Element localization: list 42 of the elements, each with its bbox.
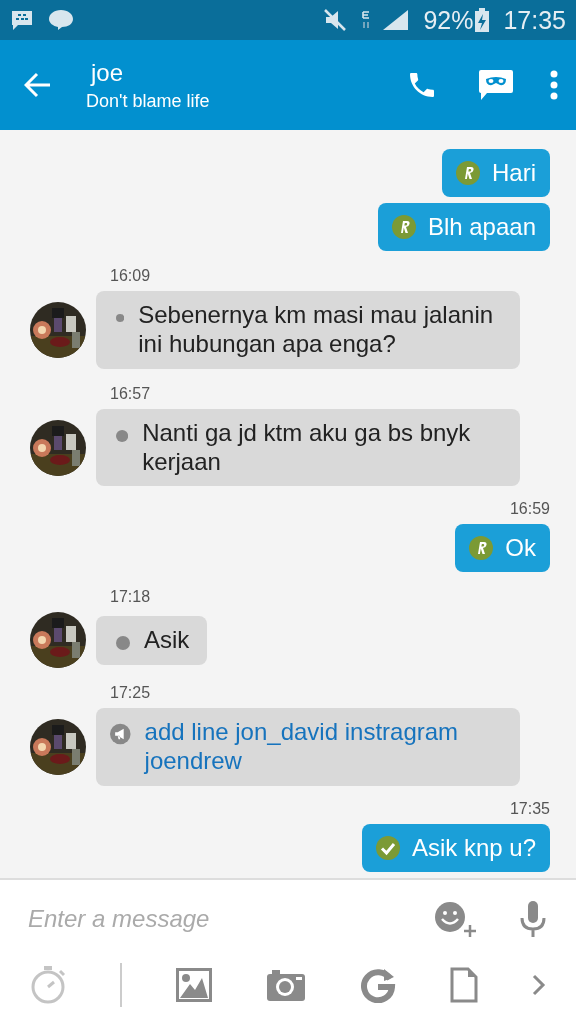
clock-time: 17:35 [503,5,566,35]
megaphone-icon [110,722,131,747]
microphone-icon[interactable] [518,900,548,938]
message-time: 16:57 [110,384,152,403]
chat-notification-icon [10,9,34,31]
mute-icon [323,8,348,32]
read-receipt-icon [456,161,480,186]
sent-message: Blh apaan [377,203,550,252]
timer-icon[interactable] [30,965,66,1005]
sent-message: Asik knp u? [361,824,550,872]
battery-charging-icon [475,8,490,32]
link-message[interactable]: add line jon_david instragram joendrew [96,708,520,786]
check-icon [375,836,400,860]
emoji-add-icon[interactable] [434,901,478,937]
message-time: 16:09 [110,267,152,286]
message-time: 17:25 [110,684,152,703]
sent-message: Ok [455,524,550,573]
camera-icon[interactable] [266,968,306,1002]
mask-chat-icon[interactable] [478,69,514,101]
back-button[interactable] [24,72,52,98]
signal-icon [361,8,410,32]
dot-icon [116,636,130,650]
read-receipt-icon [391,215,416,240]
image-icon[interactable] [176,968,212,1002]
read-receipt-icon [469,536,494,561]
battery-percent: 92% [423,5,474,35]
message-time: 17:35 [509,800,550,818]
contact-status: Don't blame life [86,90,211,112]
file-icon[interactable] [450,967,478,1003]
chevron-right-icon[interactable] [532,974,546,996]
contact-name: joe [91,58,125,87]
message-time: 17:18 [110,588,152,607]
received-message: Asik [96,616,208,665]
message-time: 16:59 [509,500,550,519]
received-message: Sebenernya km masi mau jalanin ini hubungan apa enga? [96,291,520,369]
speech-bubble-icon [48,9,74,31]
received-message: Nanti ga jd ktm aku ga bs bnyk kerjaan [96,408,520,487]
dot-icon [116,428,129,443]
message-input[interactable]: Enter a message [26,904,434,934]
refresh-g-icon[interactable] [360,967,396,1003]
more-options-icon[interactable] [550,70,558,100]
sent-message: Hari [442,149,550,198]
